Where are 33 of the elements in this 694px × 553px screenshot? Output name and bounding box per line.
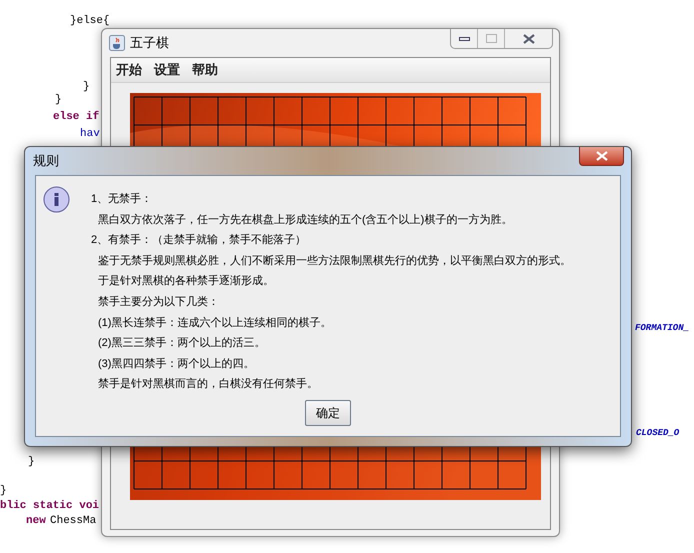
code-text: } — [83, 80, 90, 94]
rule-text: 黑白双方依次落子，任一方先在棋盘上形成连续的五个(含五个以上)棋子的一方为胜。 — [97, 212, 514, 228]
code-text: } — [55, 93, 62, 107]
rule-text: 1、无禁手： — [91, 192, 154, 207]
menu-item[interactable]: 开始 — [116, 60, 142, 80]
rule-text: (3)黑四四禁手：两个以上的四。 — [97, 356, 256, 372]
dialog-title: 规则 — [33, 152, 59, 170]
rule-text: (2)黑三三禁手：两个以上的活三。 — [97, 336, 266, 352]
code-text: } — [0, 484, 7, 498]
code-text: FORMATION_ — [635, 322, 690, 335]
java-cup-icon — [109, 35, 125, 51]
rule-text: 2、有禁手：（走禁手就输，禁手不能落子） — [91, 233, 308, 248]
window-title: 五子棋 — [130, 34, 169, 52]
rule-text: 于是针对黑棋的各种禁手逐渐形成。 — [97, 274, 275, 290]
close-icon — [596, 151, 608, 161]
ok-button[interactable]: 确定 — [305, 400, 351, 426]
code-text: CLOSED_O — [636, 427, 680, 440]
code-text: hav — [80, 127, 100, 141]
rule-text: 鉴于无禁手规则黑棋必胜，人们不断采用一些方法限制黑棋先行的优势，以平衡黑白双方的形式。 — [97, 254, 571, 269]
code-text: new — [26, 514, 46, 528]
menu-item[interactable]: 设置 — [154, 60, 180, 80]
info-icon — [43, 186, 70, 213]
code-text: }else{ — [70, 14, 110, 28]
rule-text: 禁手是针对黑棋而言的，白棋没有任何禁手。 — [97, 376, 319, 392]
code-text: else if — [53, 110, 100, 124]
close-icon — [522, 34, 534, 44]
menu-item[interactable]: 帮助 — [192, 60, 218, 80]
code-text: ChessMa — [50, 514, 96, 528]
rule-text: 禁手主要分为以下几类： — [97, 294, 220, 310]
code-text: blic static voi — [0, 499, 100, 513]
rule-text: (1)黑长连禁手：连成六个以上连续相同的棋子。 — [97, 316, 332, 331]
code-text: } — [28, 455, 35, 469]
close-button[interactable] — [579, 147, 624, 166]
